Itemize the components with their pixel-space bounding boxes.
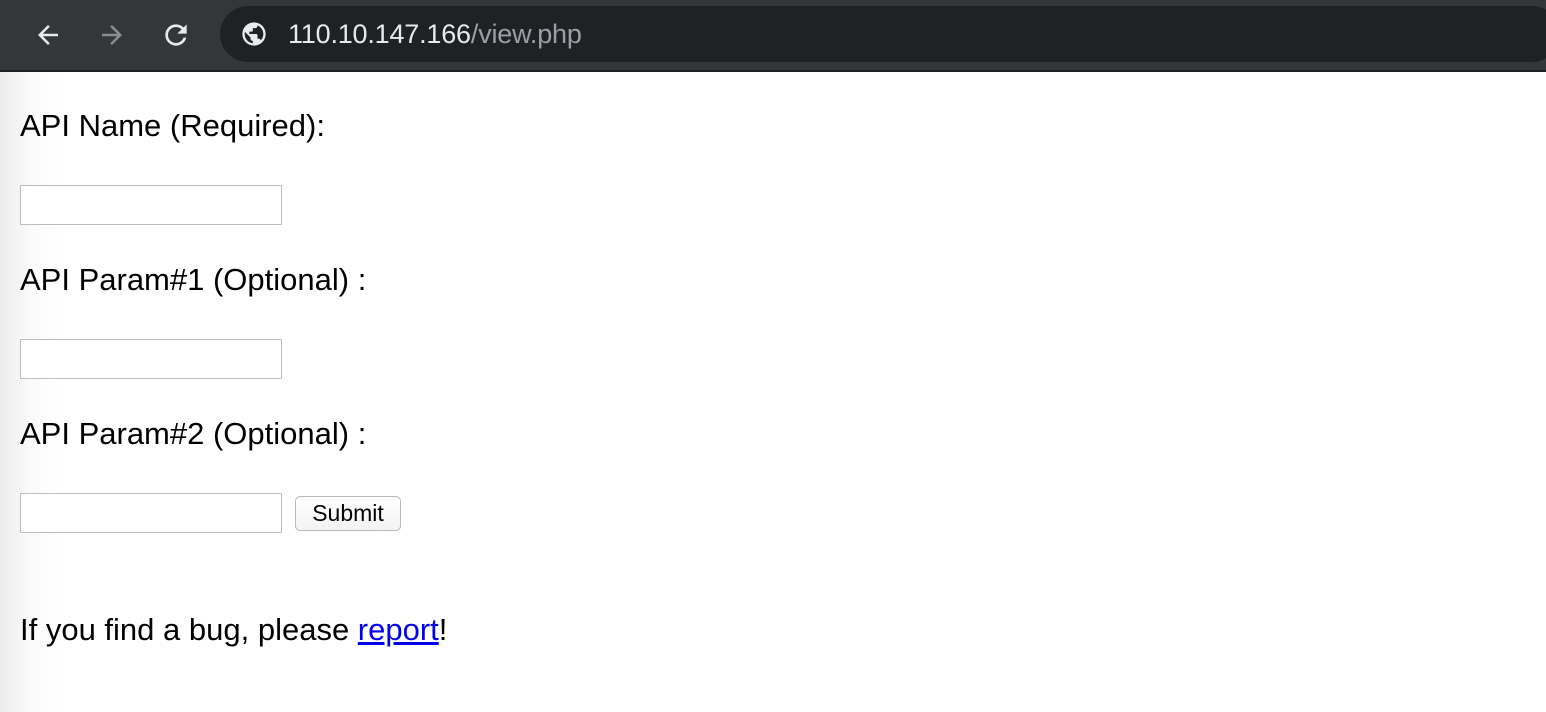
forward-arrow-icon	[102, 25, 122, 45]
url-host: 110.10.147.166	[288, 19, 471, 49]
reload-icon	[165, 24, 187, 46]
url-path: /view.php	[470, 19, 582, 49]
bug-report-message: If you find a bug, please report!	[20, 612, 447, 648]
globe-icon[interactable]	[240, 20, 268, 48]
report-link[interactable]: report	[358, 612, 439, 647]
url-display[interactable]: 110.10.147.166/view.php	[288, 18, 582, 50]
submit-button[interactable]: Submit	[295, 496, 401, 531]
forward-button[interactable]	[92, 15, 132, 55]
param1-input[interactable]	[20, 339, 282, 379]
reload-button[interactable]	[156, 15, 196, 55]
address-bar[interactable]: 110.10.147.166/view.php	[220, 6, 1546, 62]
api-name-label: API Name (Required):	[20, 108, 325, 143]
footer-text-after: !	[438, 612, 448, 647]
footer-text-before: If you find a bug, please	[20, 612, 358, 647]
browser-toolbar: 110.10.147.166/view.php	[0, 0, 1546, 72]
param1-label: API Param#1 (Optional) :	[20, 262, 367, 297]
param2-input[interactable]	[20, 493, 282, 533]
back-button[interactable]	[28, 15, 68, 55]
page-content: API Name (Required): API Param#1 (Option…	[0, 72, 1546, 712]
back-arrow-icon	[38, 25, 58, 45]
api-name-input[interactable]	[20, 185, 282, 225]
param2-label: API Param#2 (Optional) :	[20, 416, 367, 451]
